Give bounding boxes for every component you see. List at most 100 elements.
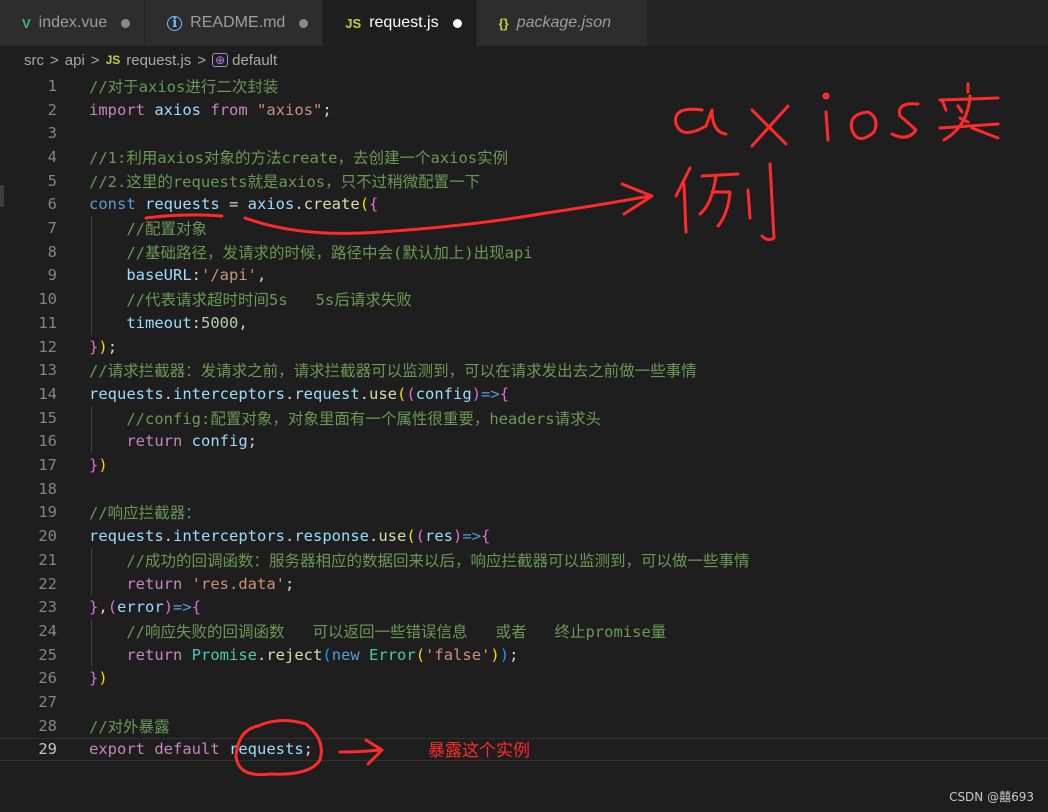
json-icon: {} xyxy=(498,15,509,31)
code-token: ( xyxy=(415,527,426,546)
js-icon: JS xyxy=(105,53,121,67)
code-token: '/api' xyxy=(201,266,257,285)
code-token: ; xyxy=(107,337,118,356)
code-line[interactable]: 1 //对于axios进行二次封装 xyxy=(0,74,1048,98)
code-line[interactable]: 11 timeout:5000, xyxy=(0,311,1048,335)
unsaved-dot-icon[interactable] xyxy=(452,18,462,28)
code-line[interactable]: 24 //响应失败的回调函数 可以返回一些错误信息 或者 终止promise量 xyxy=(0,619,1048,643)
code-line[interactable]: 20 requests.interceptors.response.use((re… xyxy=(0,524,1048,548)
code-line[interactable]: 2 import axios from "axios"; xyxy=(0,98,1048,122)
code-line[interactable]: 16 return config; xyxy=(0,430,1048,454)
code-token: return xyxy=(126,574,183,593)
line-number: 24 xyxy=(38,621,57,640)
line-number: 23 xyxy=(38,598,57,617)
tab-package-json[interactable]: {} package.json xyxy=(476,0,648,46)
tab-label: package.json xyxy=(516,14,611,31)
code-text: }); xyxy=(89,338,117,356)
breadcrumb-item-src[interactable]: src xyxy=(24,52,44,69)
indent-guide xyxy=(91,405,92,454)
unsaved-dot-icon[interactable] xyxy=(121,18,131,28)
code-token: export xyxy=(89,740,145,759)
code-token: . xyxy=(163,384,173,403)
code-line[interactable]: 17}) xyxy=(0,453,1048,477)
tab-request-js[interactable]: JS request.js xyxy=(323,0,477,46)
line-number: 20 xyxy=(38,527,57,546)
code-line[interactable]: 6 const requests = axios.create({ xyxy=(0,193,1048,217)
code-line[interactable]: 15 //config:配置对象，对象里面有一个属性很重要，headers请求头 xyxy=(0,406,1048,430)
line-number: 21 xyxy=(38,550,57,569)
code-text: //响应拦截器： xyxy=(89,501,201,523)
code-text: requests.interceptors.response.use((res)… xyxy=(89,527,490,545)
code-editor[interactable]: 1 //对于axios进行二次封装 2 import axios from "axio… xyxy=(0,74,1048,794)
code-token: config xyxy=(415,384,472,403)
code-line[interactable]: 9 baseURL:'/api', xyxy=(0,264,1048,288)
code-token: ( xyxy=(406,527,416,546)
code-token: ) xyxy=(98,669,108,688)
code-token: error xyxy=(117,598,164,617)
code-line[interactable]: 19 //响应拦截器： xyxy=(0,501,1048,525)
unsaved-dot-icon[interactable] xyxy=(299,18,309,28)
code-line[interactable]: 14 requests.interceptors.request.use((con… xyxy=(0,382,1048,406)
code-token: use xyxy=(369,384,397,403)
code-line[interactable]: 12}); xyxy=(0,335,1048,359)
code-line[interactable]: 10 //代表请求超时时间5s 5s后请求失败 xyxy=(0,287,1048,311)
code-line[interactable]: 25 return Promise.reject(new Error('fals… xyxy=(0,643,1048,667)
line-number: 3 xyxy=(47,124,57,143)
chevron-right-icon: > xyxy=(90,51,100,69)
line-number: 8 xyxy=(47,242,57,261)
code-token: ) xyxy=(499,645,510,664)
code-text: export default requests; xyxy=(89,740,313,758)
code-text: baseURL:'/api', xyxy=(89,266,266,284)
code-token: { xyxy=(369,195,379,214)
code-text: //对于axios进行二次封装 xyxy=(89,75,278,97)
code-line[interactable]: 7 //配置对象 xyxy=(0,216,1048,240)
code-token: //响应失败的回调函数 可以返回一些错误信息 或者 终止promise量 xyxy=(126,622,667,641)
line-number: 25 xyxy=(38,645,57,664)
code-line[interactable]: 13 //请求拦截器：发请求之前，请求拦截器可以监测到，可以在请求发出去之前做一些… xyxy=(0,358,1048,382)
code-token: ; xyxy=(509,645,519,664)
code-token: 'res.data' xyxy=(191,574,285,593)
breadcrumb: src > api > JS request.js > ⊕ default xyxy=(0,46,1048,74)
code-token: //1:利用axios对象的方法create，去创建一个axios实例 xyxy=(89,148,509,167)
breadcrumb-item-symbol[interactable]: default xyxy=(232,52,277,69)
code-line[interactable]: 18 xyxy=(0,477,1048,501)
info-icon: i xyxy=(167,15,183,31)
code-token: baseURL xyxy=(126,266,192,285)
code-line[interactable]: 21 //成功的回调函数：服务器相应的数据回来以后，响应拦截器可以监测到，可以做… xyxy=(0,548,1048,572)
code-token: //对外暴露 xyxy=(89,717,170,736)
tab-index-vue[interactable]: V index.vue xyxy=(0,0,146,46)
code-line[interactable]: 28 //对外暴露 xyxy=(0,714,1048,738)
code-token: . xyxy=(284,384,295,403)
code-token: res xyxy=(425,527,454,546)
code-line[interactable]: 4 //1:利用axios对象的方法create，去创建一个axios实例 xyxy=(0,145,1048,169)
breadcrumb-item-api[interactable]: api xyxy=(65,52,85,69)
code-line[interactable]: 8 //基础路径，发请求的时候，路径中会(默认加上)出现api xyxy=(0,240,1048,264)
code-token: ( xyxy=(359,195,370,214)
code-line[interactable]: 3 xyxy=(0,121,1048,145)
code-token: axios xyxy=(247,195,295,214)
code-token: ) xyxy=(98,456,108,475)
code-line[interactable]: 26}) xyxy=(0,667,1048,691)
code-line[interactable]: 23},(error)=>{ xyxy=(0,595,1048,619)
code-token: } xyxy=(89,337,99,356)
code-token: return xyxy=(126,432,183,451)
code-line[interactable]: 22 return 'res.data'; xyxy=(0,572,1048,596)
code-text: return 'res.data'; xyxy=(89,575,294,593)
code-token: = xyxy=(219,195,248,214)
breadcrumb-item-file[interactable]: request.js xyxy=(126,52,191,69)
code-token: ; xyxy=(303,740,314,759)
code-line[interactable]: 5 //2.这里的requests就是axios，只不过稍微配置一下 xyxy=(0,169,1048,193)
tab-readme-md[interactable]: i README.md xyxy=(145,0,324,46)
code-token: //成功的回调函数：服务器相应的数据回来以后，响应拦截器可以监测到，可以做一些事… xyxy=(126,551,750,570)
code-token: ) xyxy=(163,598,174,617)
code-line[interactable]: 27 xyxy=(0,690,1048,714)
code-token: . xyxy=(368,527,379,546)
line-number: 12 xyxy=(38,337,57,356)
